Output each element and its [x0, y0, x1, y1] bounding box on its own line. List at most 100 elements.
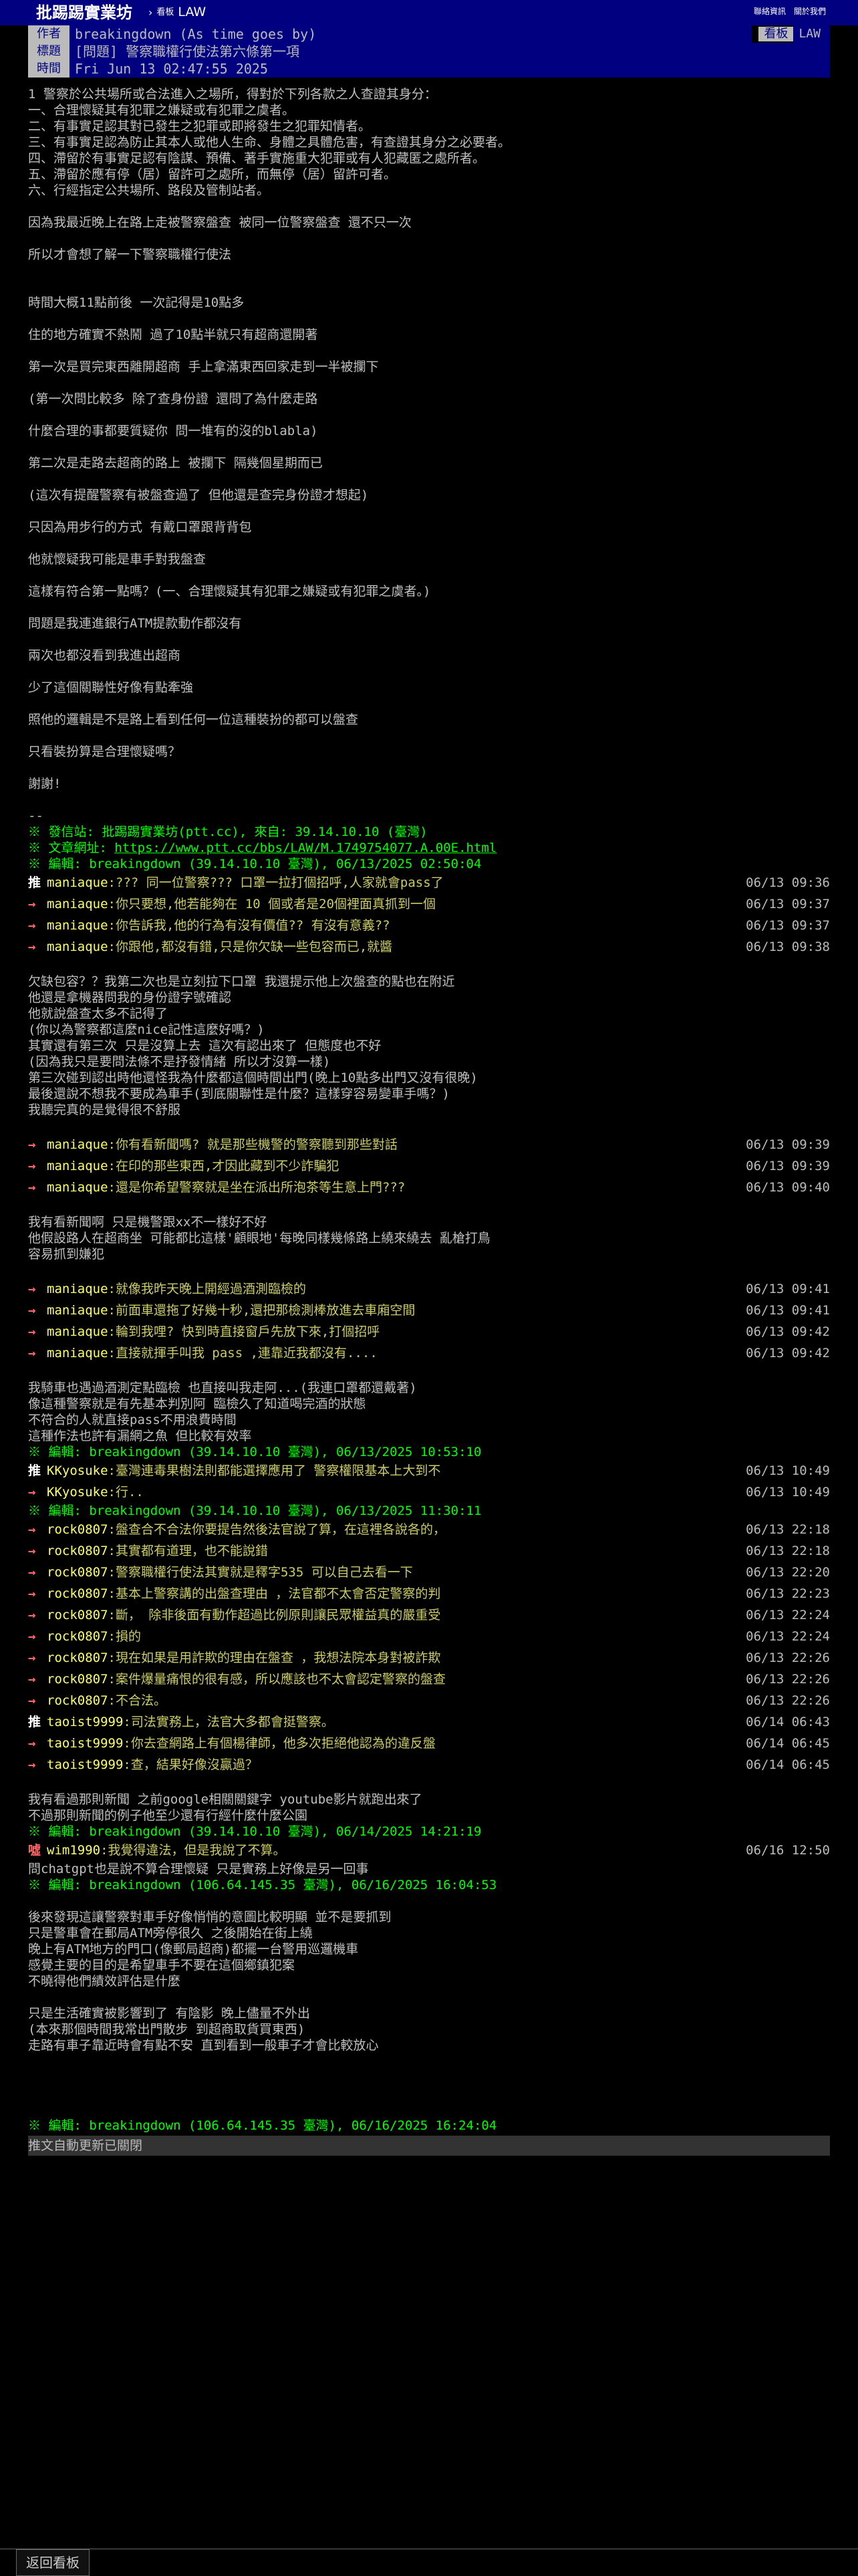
meta-time-tag: 時間 [28, 60, 69, 78]
author-reply-line: 我騎車也遇過酒測定點臨檢 也直接叫我走阿...(我連口罩都還戴著) [28, 1381, 417, 1395]
author-reply-line: 容易抓到嫌犯 [28, 1247, 105, 1262]
article-body-line [28, 376, 830, 392]
push-comment: → rock0807: 其實都有道理，也不能說錯 06/13 22:18 [28, 1541, 830, 1562]
push-time: 06/13 09:37 [746, 918, 830, 934]
push-time: 06/13 22:26 [746, 1651, 830, 1666]
push-time: 06/13 10:49 [746, 1485, 830, 1500]
push-time: 06/13 09:41 [746, 1282, 830, 1297]
article-body-line: 只因為用步行的方式 有戴口罩跟背背包 [28, 520, 252, 535]
push-comment: → maniaque: 直接就揮手叫我 pass ,連靠近我都沒有.... 06/1… [28, 1343, 830, 1365]
author-reply-line: 晚上有ATM地方的門口(像郵局超商)都擺一台警用巡邏機車 [28, 1942, 359, 1957]
push-comment: → maniaque: 在印的那些東西,才因此藏到不少詐騙犯 06/13 09:39 [28, 1156, 830, 1177]
push-colon: : [108, 1586, 116, 1602]
author-reply-line [28, 1365, 830, 1381]
push-text: 司法實務上，法官大多都會挺警察。 [130, 1715, 334, 1730]
push-colon: : [108, 875, 116, 891]
article-content: 1 警察於公共場所或合法進入之場所，得對於下列各款之人查證其身分： 一、合理懷疑其… [28, 87, 830, 2156]
push-user: rock0807 [47, 1544, 108, 1559]
push-comment: → rock0807: 警察職權行使法其實就是釋字535 可以自己去看一下 06/1… [28, 1562, 830, 1584]
push-tag: → [28, 1180, 36, 1195]
push-time: 06/13 22:24 [746, 1608, 830, 1623]
author-reply-line [28, 1263, 830, 1279]
author-reply-line: 我有看新聞啊 只是機警跟xx不一樣好不好 [28, 1215, 267, 1230]
push-user: maniaque [47, 875, 108, 891]
push-user: maniaque [47, 1324, 108, 1340]
article-body-line [28, 408, 830, 424]
site-home-link[interactable]: 批踢踢實業坊 [0, 0, 144, 25]
push-time: 06/13 22:26 [746, 1693, 830, 1709]
article-body-line [28, 536, 830, 552]
push-comment: → rock0807: 現在如果是用詐欺的理由在盤查 ，我想法院本身對被詐欺 06/… [28, 1648, 830, 1669]
article-body-line [28, 632, 830, 648]
article-body-line: (第一次問比較多 除了查身份證 還問了為什麼走路 [28, 392, 318, 406]
push-time: 06/14 06:45 [746, 1736, 830, 1751]
push-user: maniaque [47, 1303, 108, 1318]
push-text: 其實都有道理，也不能說錯 [115, 1544, 268, 1559]
push-tag: → [28, 1159, 36, 1174]
push-tag: → [28, 1565, 36, 1580]
author-reply-line: 不曉得他們績效評估是什麼 [28, 1974, 181, 1989]
push-colon: : [108, 1565, 116, 1580]
push-time: 06/13 10:49 [746, 1463, 830, 1479]
push-user: maniaque [47, 1346, 108, 1361]
push-comment: → rock0807: 盤查合不合法你要提告然後法官說了算，在這裡各說各的， 06/… [28, 1520, 830, 1541]
push-time: 06/13 09:37 [746, 897, 830, 912]
push-comment: → rock0807: 案件爆量痛恨的很有感，所以應該也不太會認定警察的盤查 06/… [28, 1669, 830, 1691]
article-body-line: 一、合理懷疑其有犯罪之嫌疑或有犯罪之虞者。 [28, 103, 295, 118]
push-text: 你只要想,他若能夠在 10 個或者是20個裡面真抓到一個 [115, 897, 436, 912]
push-time: 06/13 09:36 [746, 875, 830, 891]
push-comment: → maniaque: 就像我昨天晚上開經過酒測臨檢的 06/13 09:41 [28, 1279, 830, 1300]
push-time: 06/13 09:40 [746, 1180, 830, 1195]
push-comment: → rock0807: 不合法。 06/13 22:26 [28, 1691, 830, 1712]
push-comment: → maniaque: 前面車還拖了好幾十秒,還把那檢測棒放進去車廂空間 06/13… [28, 1300, 830, 1322]
push-text: 就像我昨天晚上開經過酒測臨檢的 [115, 1282, 306, 1297]
article-body-line: 1 警察於公共場所或合法進入之場所，得對於下列各款之人查證其身分： [28, 87, 437, 102]
push-colon: : [108, 1303, 116, 1318]
push-text: 你跟他,都沒有錯,只是你欠缺一些包容而已,就醬 [115, 940, 393, 955]
push-colon: : [108, 1522, 116, 1538]
article-body-line: (這次有提醒警察有被盤查過了 但他還是查完身份證才想起) [28, 488, 369, 503]
push-user: KKyosuke [47, 1463, 108, 1479]
push-text: 我覺得違法，但是我說了不算。 [108, 1843, 286, 1858]
article-body-line: 什麼合理的事都要質疑你 問一堆有的沒的blabla) [28, 424, 318, 438]
article-body-line: 謝謝! [28, 776, 61, 791]
bottom-bar: 返回看板 [0, 2549, 858, 2576]
push-colon: : [108, 1137, 116, 1153]
push-tag: → [28, 1522, 36, 1538]
article-body-line: 住的地方確實不熱鬧 過了10點半就只有超商還開著 [28, 327, 318, 342]
article-body-line [28, 472, 830, 488]
article-body-line [28, 760, 830, 776]
about-link[interactable]: 關於我們 [794, 7, 826, 17]
back-to-board-button[interactable]: 返回看板 [16, 2549, 90, 2576]
push-tag: 推 [28, 1463, 41, 1479]
author-reply-line [28, 1990, 830, 2006]
author-reply-line: 我有看過那則新聞 之前google相關關鍵字 youtube影片就跑出來了 [28, 1792, 422, 1807]
push-comment: 推 KKyosuke: 臺灣連毒果樹法則都能選擇應用了 警察權限基本上大到不 06/… [28, 1461, 830, 1482]
push-user: wim1990 [47, 1843, 101, 1858]
author-reply-line [28, 2070, 830, 2086]
push-time: 06/13 22:18 [746, 1522, 830, 1538]
breadcrumb-separator: › [148, 6, 153, 19]
author-reply-line: (你以為警察都這麼nice記性這麼好嗎？) [28, 1022, 265, 1037]
article-url-link[interactable]: https://www.ptt.cc/bbs/LAW/M.1749754077.… [114, 841, 496, 855]
author-reply-line: (本來那個時間我常出門散步 到超商取貨買東西) [28, 2022, 305, 2037]
author-reply-line: 不符合的人就直接pass不用浪費時間 [28, 1413, 237, 1427]
push-text: 你告訴我,他的行為有沒有價值?? 有沒有意義?? [115, 918, 390, 934]
push-text: 還是你希望警察就是坐在派出所泡茶等生意上門??? [115, 1180, 406, 1195]
meta-board-tag: 看板 [758, 27, 794, 41]
article-body-line [28, 793, 830, 809]
auto-update-status[interactable]: 推文自動更新已關閉 [28, 2136, 830, 2156]
push-time: 06/14 06:45 [746, 1757, 830, 1773]
author-reply-line: 感覺主要的目的是希望車手不要在這個鄉鎮犯案 [28, 1958, 295, 1973]
push-text: 輪到我哩? 快到時直接窗戶先放下來,打個招呼 [115, 1324, 380, 1340]
push-colon: : [100, 1843, 108, 1858]
contact-link[interactable]: 聯絡資訊 [754, 7, 786, 17]
edit-note: ※ 編輯: breakingdown (39.14.10.10 臺灣), 06/… [28, 1824, 482, 1839]
author-reply-line [28, 958, 830, 974]
push-user: KKyosuke [47, 1485, 108, 1500]
author-reply-line: 他就說盤查太多不記得了 [28, 1006, 168, 1021]
article-body-line [28, 728, 830, 744]
breadcrumb-board-link[interactable]: LAW [178, 5, 206, 21]
push-tag: → [28, 1303, 36, 1318]
push-text: 查，結果好像沒贏過？ [130, 1757, 258, 1773]
